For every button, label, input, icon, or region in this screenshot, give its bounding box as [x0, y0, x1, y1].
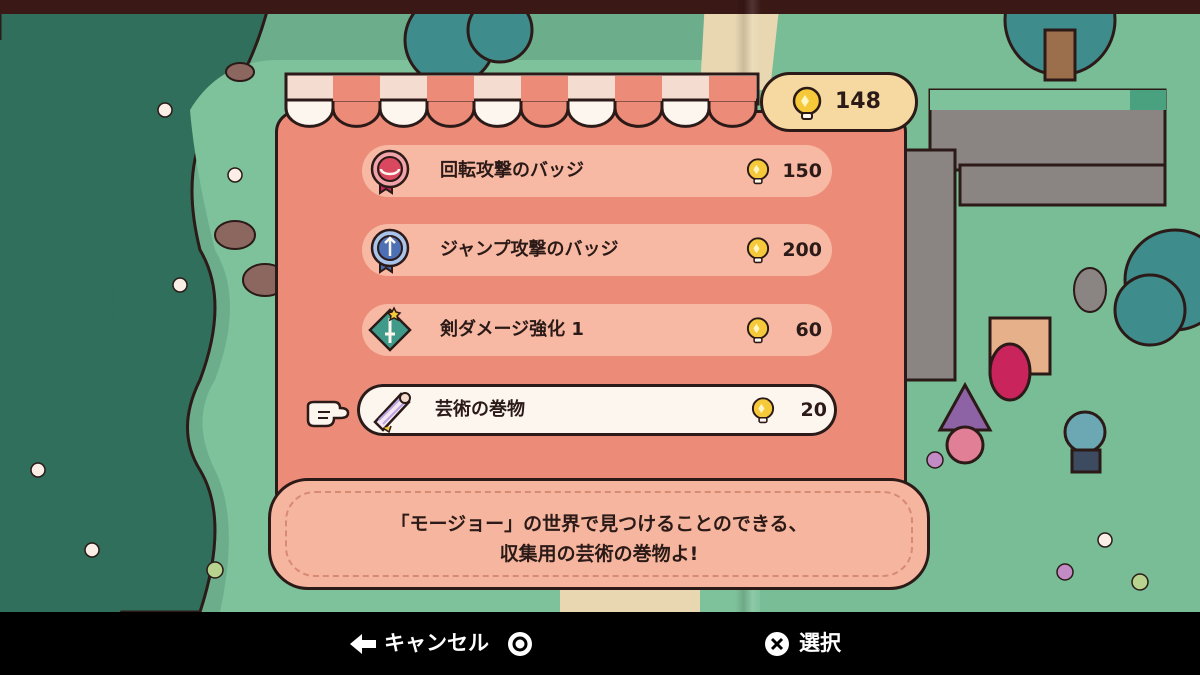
currency-display: 148: [760, 72, 918, 132]
item-price: 200: [782, 239, 822, 261]
select-label: 選択: [799, 631, 841, 655]
circle-button-icon: [508, 632, 532, 656]
item-name: 剣ダメージ強化 1: [440, 319, 584, 340]
shop-item-jump-attack-badge[interactable]: ジャンプ攻撃のバッジ 200: [362, 224, 832, 276]
lightbulb-coin-icon: [746, 237, 770, 264]
cross-button-icon: [765, 632, 789, 656]
game-screen: 148 回転攻撃のバッジ 150 ジャンプ攻撃のバッジ 200 剣ダメージ強化 …: [0, 0, 1200, 675]
item-description-box: 「モージョー」の世界で見つけることのできる、 収集用の芸術の巻物よ!: [268, 478, 930, 590]
cancel-label: キャンセル: [384, 631, 489, 655]
art-scroll-icon: [373, 392, 411, 434]
item-name: 芸術の巻物: [435, 399, 525, 420]
description-line-1: 「モージョー」の世界で見つけることのできる、: [390, 513, 808, 535]
item-price: 60: [795, 319, 822, 341]
item-price: 150: [782, 160, 822, 182]
item-name: 回転攻撃のバッジ: [440, 160, 584, 181]
book-top-edge: [0, 0, 1200, 14]
item-name: ジャンプ攻撃のバッジ: [440, 239, 619, 260]
currency-value: 148: [835, 89, 881, 114]
shop-item-art-scroll[interactable]: 芸術の巻物 20: [357, 384, 837, 436]
item-price: 20: [800, 399, 827, 421]
lightbulb-coin-icon: [792, 86, 822, 120]
lightbulb-coin-icon: [746, 317, 770, 344]
sword-upgrade-icon: [368, 306, 412, 352]
back-arrow-icon: [350, 634, 376, 654]
lightbulb-coin-icon: [751, 397, 775, 424]
controls-footer: キャンセル 選択: [0, 612, 1200, 675]
shop-item-sword-upgrade[interactable]: 剣ダメージ強化 1 60: [362, 304, 832, 356]
jump-attack-badge-icon: [370, 228, 410, 274]
shop-item-spin-attack-badge[interactable]: 回転攻撃のバッジ 150: [362, 145, 832, 197]
spin-attack-badge-icon: [370, 149, 410, 195]
pointing-hand-cursor-icon: [306, 400, 350, 428]
shop-awning: [284, 72, 760, 128]
description-line-2: 収集用の芸術の巻物よ!: [499, 543, 699, 565]
lightbulb-coin-icon: [746, 158, 770, 185]
